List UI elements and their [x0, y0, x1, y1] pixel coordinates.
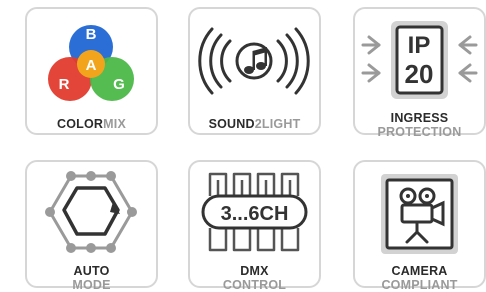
ip20-rating-icon: IP 20 [361, 21, 478, 99]
letter-b: B [86, 26, 97, 43]
camera-compliant-tile: CAMERA COMPLIANT [353, 160, 486, 292]
letter-g: G [113, 76, 125, 93]
colormix-label: COLORMIX [27, 117, 156, 131]
colormix-tile: B A R G COLORMIX [25, 7, 158, 135]
sound2light-label: SOUND2LIGHT [190, 117, 319, 131]
dmx-label-primary: DMX [240, 264, 269, 278]
auto-mode-hexagon-icon [45, 171, 137, 253]
colormix-label-primary: COLOR [57, 117, 104, 131]
ingress-label-secondary: PROTECTION [377, 125, 462, 139]
dmx-control-tile: 3...6CH DMX CONTROL [188, 160, 321, 292]
ip-text: IP [408, 32, 431, 59]
rgba-color-circles-icon: B A R G [48, 25, 134, 101]
letter-a: A [86, 57, 97, 74]
dmx-channels-icon: 3...6CH [201, 172, 308, 252]
letter-r: R [59, 76, 70, 93]
auto-mode-tile: AUTO MODE [25, 160, 158, 292]
sound2light-label-primary: SOUND [208, 117, 255, 131]
auto-label-primary: AUTO [73, 264, 110, 278]
camera-label-primary: CAMERA [391, 264, 448, 278]
camera-label-secondary: COMPLIANT [381, 278, 458, 292]
auto-label-secondary: MODE [72, 278, 111, 292]
film-camera-icon [381, 174, 458, 254]
dmx-channels-text: 3...6CH [221, 203, 289, 225]
sound2light-tile: SOUND2LIGHT [188, 7, 321, 135]
dmx-label-secondary: CONTROL [222, 278, 287, 292]
sound2light-label-secondary: LIGHT [261, 117, 301, 131]
sound2light-label-number: 2 [254, 117, 262, 131]
ingress-label-primary: INGRESS [390, 111, 449, 125]
colormix-label-secondary: MIX [103, 117, 126, 131]
ingress-protection-tile: IP 20 INGRESS PROTECTION [353, 7, 486, 139]
ip-number: 20 [405, 59, 434, 89]
music-note-sound-waves-icon [198, 27, 310, 95]
